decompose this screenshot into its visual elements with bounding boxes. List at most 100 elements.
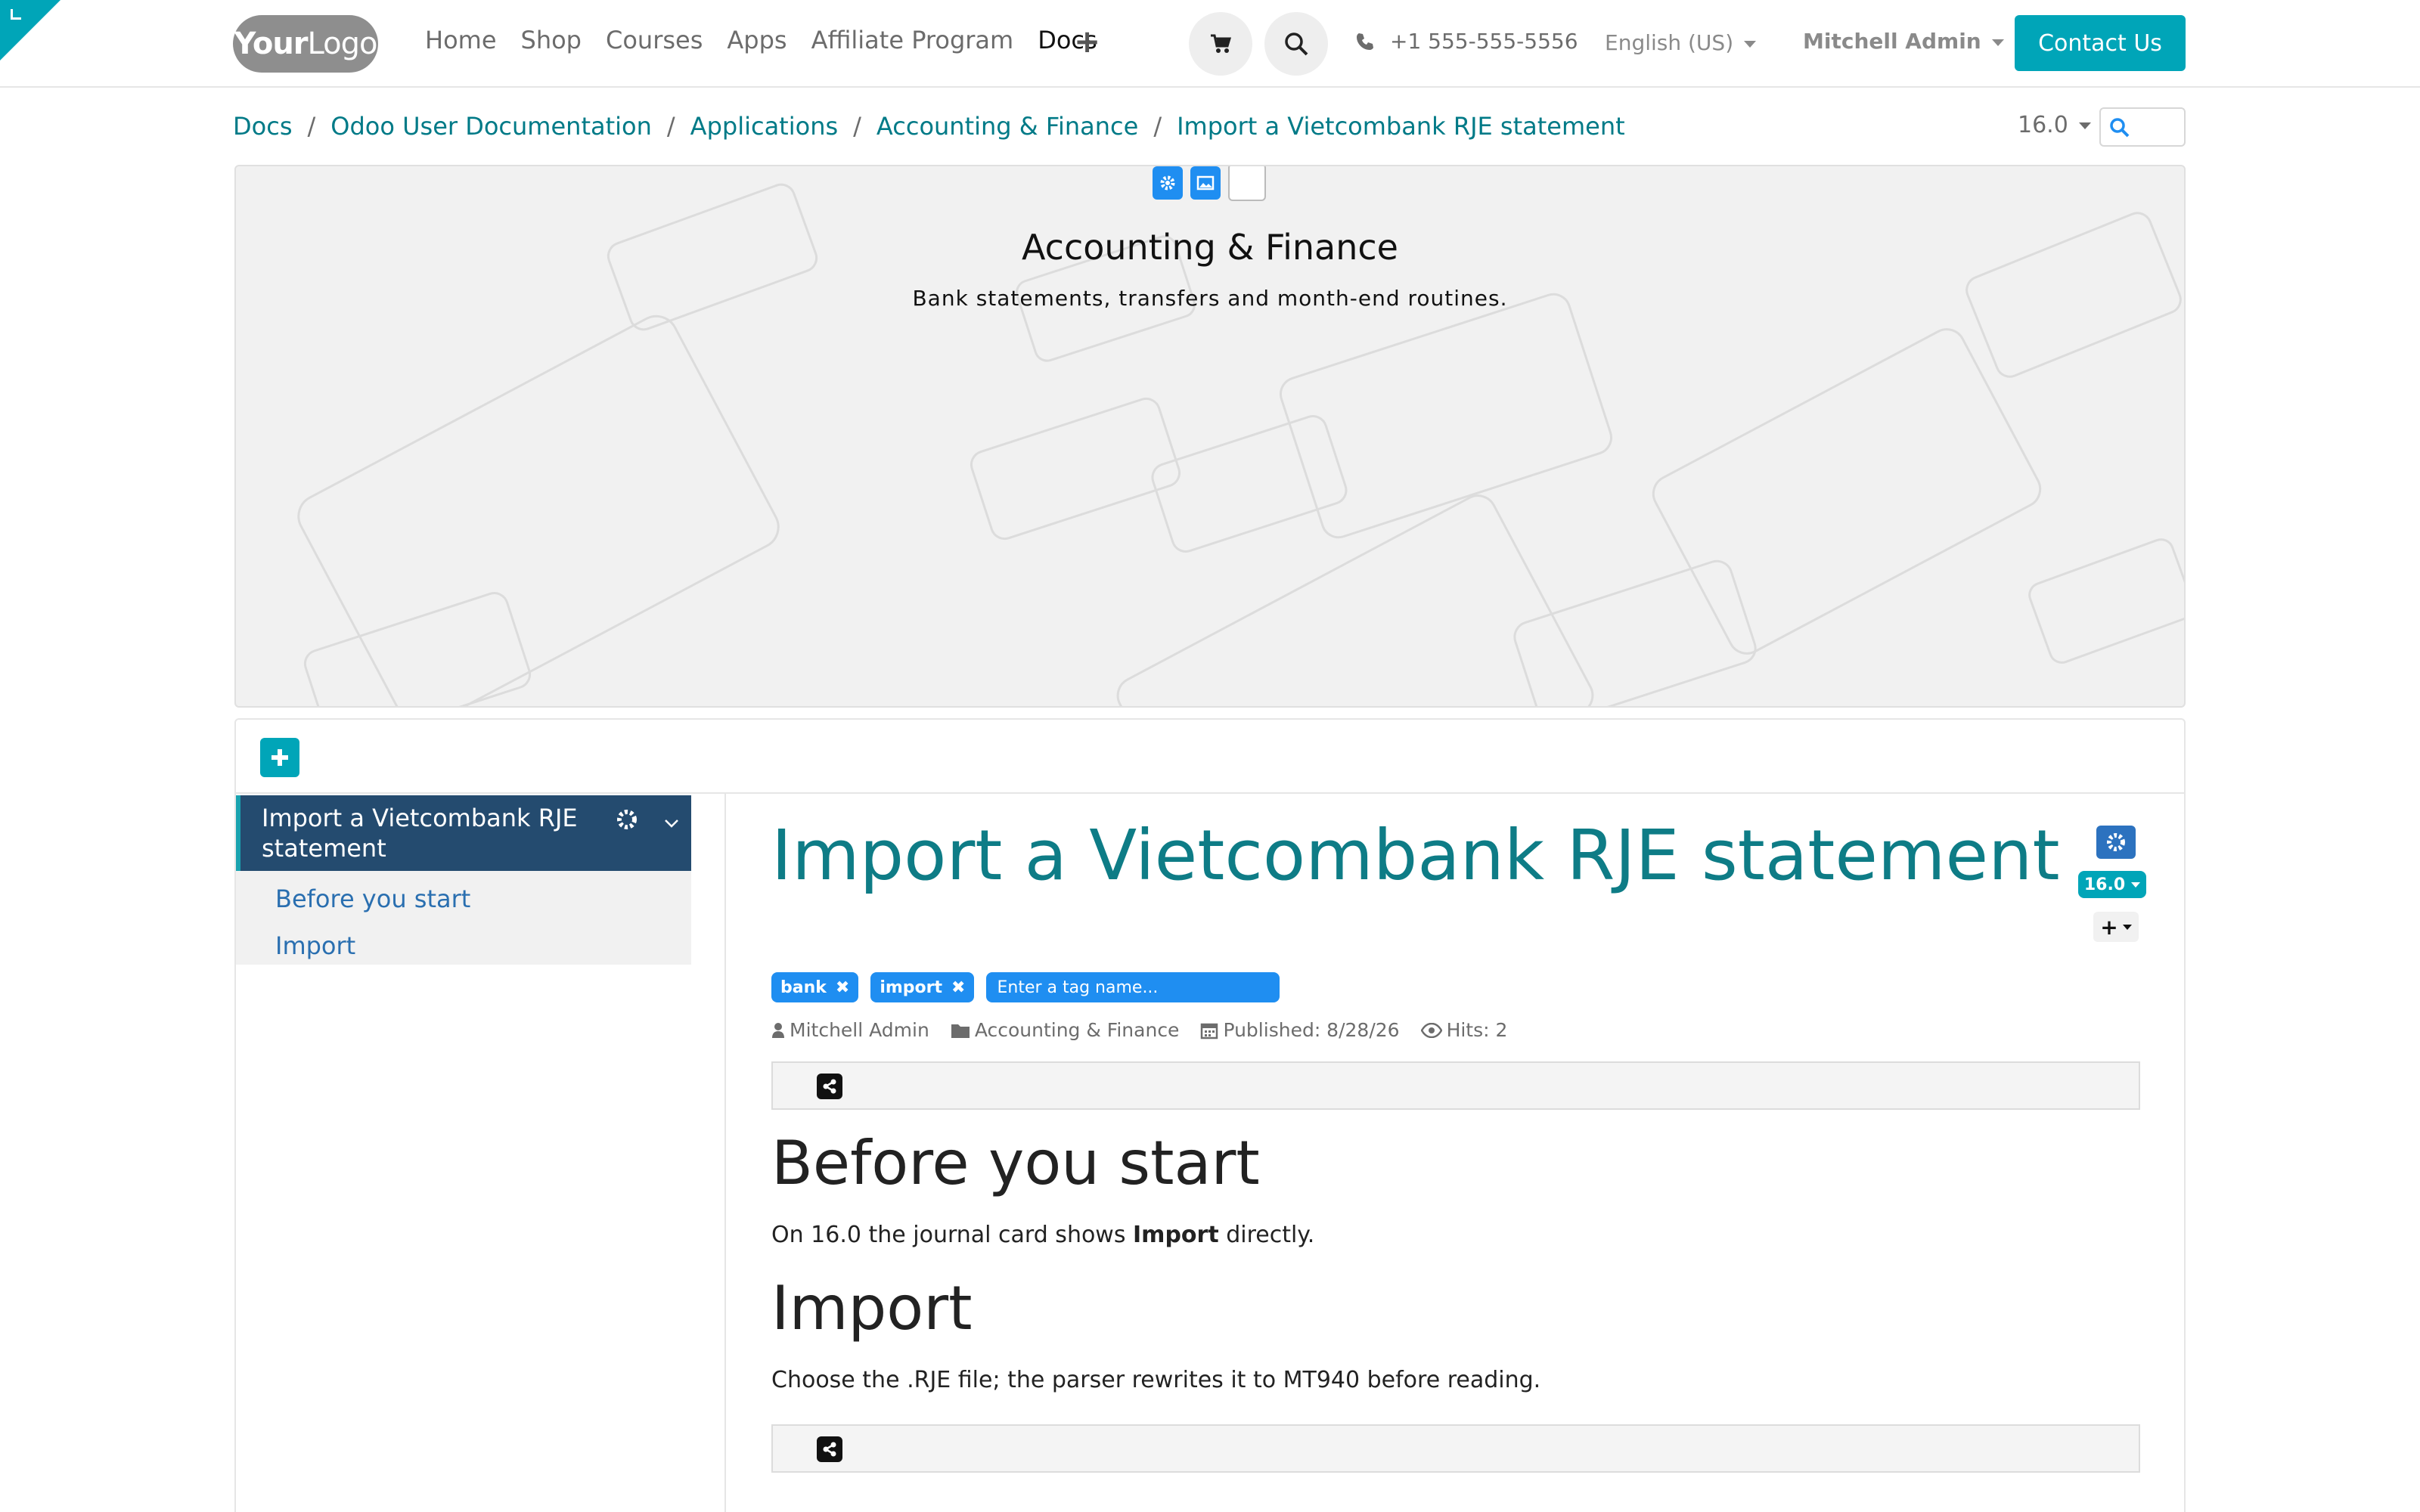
author-name: Mitchell Admin xyxy=(790,1019,929,1041)
version-selector[interactable]: 16.0 xyxy=(2018,112,2091,138)
add-menu-plus-icon[interactable]: + xyxy=(1074,23,1100,60)
share-bar-bottom xyxy=(771,1424,2140,1473)
section-text-import: Choose the .RJE file; the parser rewrite… xyxy=(771,1367,1541,1393)
tag-name-input[interactable]: Enter a tag name... xyxy=(986,972,1280,1002)
meta-hits: Hits: 2 xyxy=(1420,1019,1508,1041)
calendar-icon xyxy=(1201,1023,1218,1039)
plus-icon: + xyxy=(2100,914,2118,940)
hero-toggle-checkbox[interactable] xyxy=(1228,166,1266,201)
breadcrumb-separator: / xyxy=(666,112,675,141)
breadcrumb-applications[interactable]: Applications xyxy=(690,112,838,141)
version-label: 16.0 xyxy=(2018,112,2068,138)
site-logo[interactable]: Your Logo xyxy=(233,15,378,73)
docs-search-input[interactable] xyxy=(2099,107,2186,147)
hero-subtitle: Bank statements, transfers and month-end… xyxy=(912,286,1508,311)
meta-author: Mitchell Admin xyxy=(771,1019,929,1041)
nav-apps[interactable]: Apps xyxy=(727,26,786,54)
language-selector[interactable]: English (US) xyxy=(1605,30,1757,55)
gear-icon xyxy=(2107,833,2125,851)
tag-label: import xyxy=(880,978,943,997)
contact-us-button[interactable]: Contact Us xyxy=(2015,15,2186,71)
share-bar-top xyxy=(771,1061,2140,1110)
close-icon[interactable]: ✖ xyxy=(836,978,849,997)
folder-icon xyxy=(951,1024,970,1038)
chevron-down-icon xyxy=(2122,924,2132,930)
main-menu: Home Shop Courses Apps Affiliate Program… xyxy=(425,26,1097,54)
chevron-down-icon xyxy=(2131,881,2141,888)
chevron-down-icon xyxy=(1744,40,1757,48)
phone-number: +1 555-555-5556 xyxy=(1390,29,1578,54)
breadcrumb-docs[interactable]: Docs xyxy=(233,112,292,141)
section-heading-import: Import xyxy=(771,1273,973,1343)
article-meta: Mitchell Admin Accounting & Finance Publ… xyxy=(771,1019,1507,1041)
tag-label: bank xyxy=(780,978,827,997)
published-date: Published: 8/28/26 xyxy=(1223,1019,1400,1041)
nav-shop[interactable]: Shop xyxy=(521,26,582,54)
sidebar-separator xyxy=(724,792,726,1512)
para-bold-text: Import xyxy=(1133,1222,1219,1248)
corner-toggle-icon xyxy=(11,9,21,20)
breadcrumb-current[interactable]: Import a Vietcombank RJE statement xyxy=(1177,112,1625,141)
section-heading-before-you-start: Before you start xyxy=(771,1128,1260,1198)
hits-count: Hits: 2 xyxy=(1446,1019,1508,1041)
card-divider xyxy=(236,792,2184,794)
breadcrumb-separator: / xyxy=(1153,112,1162,141)
breadcrumb-user-documentation[interactable]: Odoo User Documentation xyxy=(330,112,652,141)
top-navbar: Your Logo Home Shop Courses Apps Affiliat… xyxy=(0,0,2420,88)
hero-image-button[interactable] xyxy=(1190,166,1221,200)
user-icon xyxy=(772,1022,784,1038)
hero-title: Accounting & Finance xyxy=(1022,227,1398,268)
user-name: Mitchell Admin xyxy=(1803,29,1981,54)
meta-category[interactable]: Accounting & Finance xyxy=(951,1019,1180,1041)
editor-corner-toggle[interactable] xyxy=(0,0,60,60)
image-icon xyxy=(1196,175,1215,191)
eye-icon xyxy=(1420,1022,1442,1038)
add-article-button[interactable] xyxy=(260,738,299,777)
search-icon xyxy=(1285,33,1308,56)
cart-icon xyxy=(1211,34,1232,53)
sidebar-item-active[interactable]: Import a Vietcombank RJE statement xyxy=(236,795,691,871)
chevron-down-icon[interactable] xyxy=(662,809,681,839)
share-icon[interactable] xyxy=(817,1436,842,1462)
para-text: directly. xyxy=(1218,1222,1315,1248)
sidebar-item-import[interactable]: Import xyxy=(275,931,355,960)
user-menu[interactable]: Mitchell Admin xyxy=(1803,29,2004,54)
article-title[interactable]: Import a Vietcombank RJE statement xyxy=(771,815,2060,896)
nav-home[interactable]: Home xyxy=(425,26,497,54)
nav-courses[interactable]: Courses xyxy=(606,26,703,54)
category-name: Accounting & Finance xyxy=(974,1019,1180,1041)
nav-affiliate[interactable]: Affiliate Program xyxy=(811,26,1014,54)
category-hero-banner: Accounting & Finance Bank statements, tr… xyxy=(234,165,2186,708)
hero-settings-button[interactable] xyxy=(1153,166,1183,200)
para-text: On 16.0 the journal card shows xyxy=(771,1222,1134,1248)
tag-list: bank ✖ import ✖ Enter a tag name... xyxy=(771,972,1280,1002)
language-label: English (US) xyxy=(1605,30,1734,55)
hero-editor-tools xyxy=(1153,166,1266,201)
breadcrumb-accounting[interactable]: Accounting & Finance xyxy=(876,112,1138,141)
breadcrumb: Docs / Odoo User Documentation / Applicati… xyxy=(233,112,1625,141)
sidebar-subitems: Before you start Import xyxy=(236,871,691,965)
add-version-dropdown[interactable]: + xyxy=(2093,912,2139,942)
plus-icon xyxy=(271,749,288,766)
search-button[interactable] xyxy=(1264,12,1328,76)
tag-chip[interactable]: import ✖ xyxy=(870,972,975,1002)
share-icon[interactable] xyxy=(817,1074,842,1099)
sidebar-item-before-you-start[interactable]: Before you start xyxy=(275,885,470,913)
cart-button[interactable] xyxy=(1189,12,1252,76)
search-icon xyxy=(2110,118,2130,138)
version-badge[interactable]: 16.0 xyxy=(2078,871,2146,898)
tag-chip[interactable]: bank ✖ xyxy=(771,972,859,1002)
gear-icon xyxy=(1160,175,1175,191)
chevron-down-icon xyxy=(2078,122,2091,129)
breadcrumb-separator: / xyxy=(853,112,861,141)
phone-icon xyxy=(1357,33,1373,50)
chevron-down-icon xyxy=(1991,39,2004,46)
version-badge-label: 16.0 xyxy=(2083,875,2126,894)
gear-icon[interactable] xyxy=(616,807,638,838)
close-icon[interactable]: ✖ xyxy=(951,978,965,997)
article-settings-button[interactable] xyxy=(2096,826,2136,859)
meta-published: Published: 8/28/26 xyxy=(1200,1019,1400,1041)
phone-contact[interactable]: +1 555-555-5556 xyxy=(1355,29,1578,54)
section-text-before-you-start: On 16.0 the journal card shows Import di… xyxy=(771,1222,1314,1248)
article-card: Import a Vietcombank RJE statement Befor… xyxy=(234,718,2186,1512)
